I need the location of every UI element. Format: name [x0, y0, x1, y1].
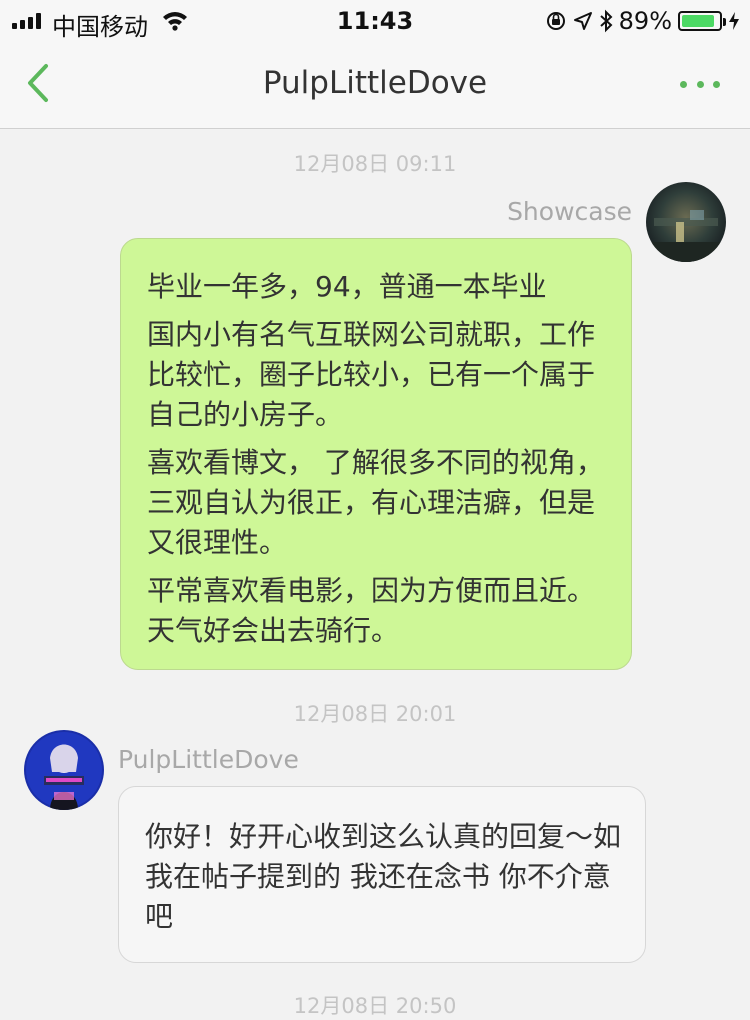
message-paragraph: 国内小有名气互联网公司就职，工作比较忙，圈子比较小，已有一个属于自己的小房子。	[147, 318, 596, 431]
avatar-image	[646, 182, 726, 262]
message-paragraph: 你好！好开心收到这么认真的回复～如我在帖子提到的 我还在念书 你不介意吧	[145, 820, 622, 933]
battery-icon	[678, 11, 726, 31]
avatar[interactable]	[646, 182, 726, 262]
sender-name: PulpLittleDove	[118, 745, 299, 774]
page-title: PulpLittleDove	[262, 65, 488, 101]
bluetooth-icon	[599, 9, 613, 33]
message-timestamp: 12月08日 20:01	[293, 702, 457, 726]
message-paragraph: 平常喜欢看电影，因为方便而且近。 天气好会出去骑行。	[147, 574, 596, 647]
message-timestamp: 12月08日 09:11	[293, 152, 457, 176]
message-paragraph: 毕业一年多，94，普通一本毕业	[147, 270, 547, 303]
sender-name: Showcase	[507, 197, 632, 226]
more-button[interactable]	[680, 72, 720, 96]
message-timestamp: 12月08日 20:50	[293, 994, 457, 1018]
battery-percent: 89%	[618, 7, 672, 35]
message-bubble-incoming[interactable]: 你好！好开心收到这么认真的回复～如我在帖子提到的 我还在念书 你不介意吧	[118, 786, 646, 963]
message-bubble-outgoing[interactable]: 毕业一年多，94，普通一本毕业 国内小有名气互联网公司就职，工作比较忙，圈子比较…	[120, 238, 632, 670]
nav-bar: PulpLittleDove	[0, 40, 750, 129]
avatar[interactable]	[24, 730, 104, 810]
location-icon	[573, 12, 592, 30]
status-bar: 中国移动 11:43 89%	[0, 0, 750, 41]
avatar-image	[24, 730, 104, 810]
more-dots-icon	[680, 80, 687, 88]
battery-fill	[682, 15, 715, 27]
charging-icon	[729, 12, 739, 30]
status-right-group: 89%	[545, 6, 740, 36]
message-paragraph: 喜欢看博文， 了解很多不同的视角，三观自认为很正，有心理洁癖，但是又很理性。	[147, 446, 604, 559]
orientation-lock-icon	[546, 12, 565, 30]
